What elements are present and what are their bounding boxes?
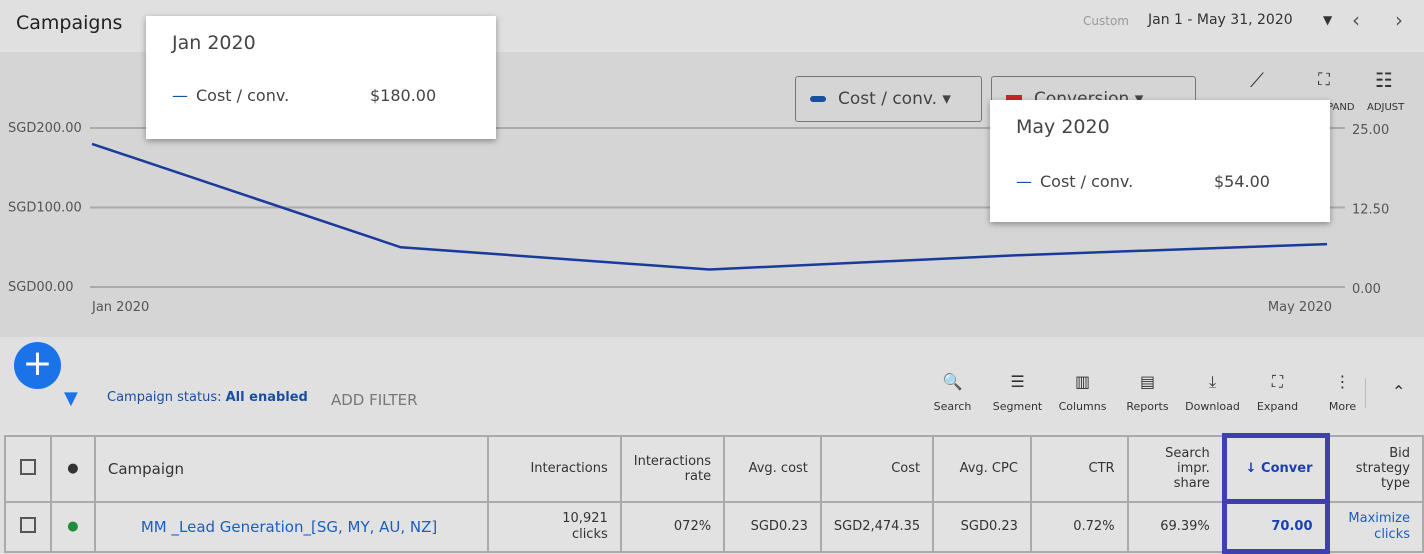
status-header: ● — [51, 436, 95, 502]
left-tick-label: SGD00.00 — [8, 280, 74, 295]
tooltip-value: $180.00 — [370, 86, 436, 105]
header-interactions[interactable]: Interactions — [488, 436, 621, 502]
expand-icon: ⛶ — [1245, 372, 1310, 400]
right-tick-label: 12.50 — [1352, 203, 1389, 218]
metric1-swatch — [810, 96, 826, 102]
header-ctr[interactable]: CTR — [1031, 436, 1128, 502]
header-bid-strategy[interactable]: Bid strategy type — [1327, 436, 1423, 502]
columns-icon: ▥ — [1050, 372, 1115, 400]
header-avg-cpc[interactable]: Avg. CPC — [933, 436, 1031, 502]
toolbar-label: Search — [920, 400, 985, 413]
select-all-checkbox[interactable] — [5, 436, 51, 502]
avg-cpc-value: SGD0.23 — [933, 502, 1031, 552]
table-header-row: ● Campaign Interactions Interactions rat… — [5, 436, 1423, 502]
left-tick-label: SGD200.00 — [8, 121, 82, 136]
campaign-link[interactable]: MM _Lead Generation_[SG, MY, AU, NZ] — [95, 502, 488, 552]
cost-value: SGD2,474.35 — [821, 502, 933, 552]
status-dot: ● — [51, 502, 95, 552]
interactions-unit: clicks — [501, 527, 608, 543]
date-dropdown-icon[interactable]: ▼ — [1323, 13, 1332, 27]
add-filter-button[interactable]: ADD FILTER — [331, 391, 418, 409]
tooltip-label: Cost / conv. — [196, 86, 370, 105]
filter-label: Campaign status: — [107, 390, 226, 405]
prev-icon[interactable]: ‹ — [1352, 8, 1360, 32]
reports-icon: ▤ — [1115, 372, 1180, 400]
toolbar-buttons: 🔍Search☰Segment▥Columns▤Reports⤓Download… — [920, 372, 1375, 413]
toolbar-segment-button[interactable]: ☰Segment — [985, 372, 1050, 413]
toolbar-download-button[interactable]: ⤓Download — [1180, 372, 1245, 413]
toolbar-reports-button[interactable]: ▤Reports — [1115, 372, 1180, 413]
tooltip-value: $54.00 — [1214, 172, 1270, 191]
x-tick-label: May 2020 — [1268, 300, 1332, 315]
search-icon: 🔍 — [920, 372, 985, 400]
table-row: ● MM _Lead Generation_[SG, MY, AU, NZ] 1… — [5, 502, 1423, 552]
header-campaign[interactable]: Campaign — [95, 436, 488, 502]
campaign-status-filter[interactable]: Campaign status: All enabled — [107, 390, 308, 405]
x-tick-label: Jan 2020 — [91, 300, 149, 315]
avg-cost-value: SGD0.23 — [724, 502, 821, 552]
row-checkbox[interactable] — [5, 502, 51, 552]
right-tick-label: 0.00 — [1352, 282, 1381, 297]
left-tick-label: SGD100.00 — [8, 201, 82, 216]
line-chart-icon[interactable]: ⟋ — [1250, 68, 1264, 92]
date-range[interactable]: Jan 1 - May 31, 2020 — [1148, 12, 1293, 28]
adjust-label: ADJUST — [1367, 102, 1404, 113]
ctr-value: 0.72% — [1031, 502, 1128, 552]
metric1-select[interactable]: Cost / conv. ▾ — [795, 76, 982, 122]
header-cost[interactable]: Cost — [821, 436, 933, 502]
right-tick-label: 25.00 — [1352, 123, 1389, 138]
segment-icon: ☰ — [985, 372, 1050, 400]
tooltip-month: Jan 2020 — [172, 32, 256, 54]
toolbar-label: Expand — [1245, 400, 1310, 413]
campaign-table: ● Campaign Interactions Interactions rat… — [4, 433, 1424, 554]
toolbar-label: Download — [1180, 400, 1245, 413]
toolbar-label: Reports — [1115, 400, 1180, 413]
add-button[interactable]: + — [14, 342, 61, 389]
header-impr-share[interactable]: Search impr. share — [1128, 436, 1225, 502]
next-icon[interactable]: › — [1395, 8, 1403, 32]
impr-share-value: 69.39% — [1128, 502, 1225, 552]
download-icon: ⤓ — [1180, 372, 1245, 400]
tooltip-may: May 2020 —Cost / conv.$54.00 — [990, 100, 1330, 222]
tooltip-month: May 2020 — [1016, 116, 1110, 138]
tooltip-label: Cost / conv. — [1040, 172, 1214, 191]
toolbar-expand-button[interactable]: ⛶Expand — [1245, 372, 1310, 413]
collapse-icon[interactable]: ⌃ — [1392, 382, 1405, 401]
date-label: Custom — [1083, 14, 1129, 28]
toolbar-search-button[interactable]: 🔍Search — [920, 372, 985, 413]
filter-icon[interactable]: ▼ — [64, 388, 78, 409]
header-avg-cost[interactable]: Avg. cost — [724, 436, 821, 502]
tooltip-jan: Jan 2020 —Cost / conv.$180.00 — [146, 16, 496, 139]
filter-value: All enabled — [226, 390, 308, 405]
divider — [1365, 378, 1366, 408]
toolbar-label: Columns — [1050, 400, 1115, 413]
bid-strategy-link[interactable]: Maximize clicks — [1327, 502, 1423, 552]
toolbar-label: Segment — [985, 400, 1050, 413]
toolbar-columns-button[interactable]: ▥Columns — [1050, 372, 1115, 413]
rate-value: 072% — [621, 502, 724, 552]
header-interactions-rate[interactable]: Interactions rate — [621, 436, 724, 502]
header-conversions[interactable]: ↓ Conver — [1224, 436, 1327, 502]
metric1-label: Cost / conv. — [838, 89, 937, 109]
expand-chart-icon[interactable]: ⛶ — [1318, 70, 1330, 90]
adjust-icon[interactable]: ☷ — [1375, 68, 1393, 92]
interactions-value: 10,921 — [501, 511, 608, 527]
page-title: Campaigns — [16, 12, 122, 34]
conversions-value: 70.00 — [1224, 502, 1327, 552]
